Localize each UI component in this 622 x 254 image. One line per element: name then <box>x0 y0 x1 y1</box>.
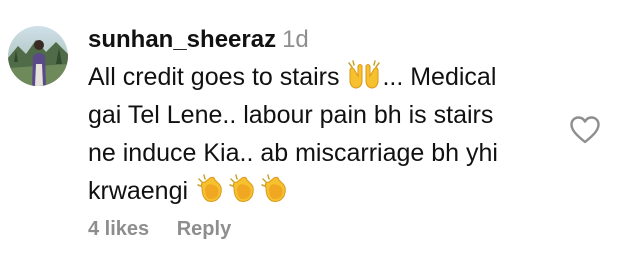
clapping-hands-icon <box>196 174 226 204</box>
comment-actions: 4 likes Reply <box>88 218 231 241</box>
likes-count[interactable]: 4 likes <box>88 218 149 241</box>
heart-outline-icon[interactable] <box>569 115 601 145</box>
comment: sunhan_sheeraz 1d All credit goes to stai… <box>0 0 622 254</box>
comment-text-line-3: ne induce Kia.. ab miscarriage bh yhi <box>88 139 498 167</box>
comment-text-line-2: gai Tel Lene.. labour pain bh is stairs <box>88 101 494 129</box>
clapping-hands-icon <box>228 174 258 204</box>
timestamp: 1d <box>282 26 309 53</box>
raising-hands-icon <box>347 60 381 90</box>
comment-body: sunhan_sheeraz 1d All credit goes to stai… <box>88 24 556 210</box>
comment-header: sunhan_sheeraz 1d <box>88 24 556 56</box>
reply-button[interactable]: Reply <box>177 218 231 241</box>
comment-text: All credit goes to stairs ... Medical ga… <box>88 58 556 210</box>
avatar[interactable] <box>8 26 68 86</box>
comment-text-line-4: krwaengi <box>88 172 556 210</box>
clapping-hands-icon <box>260 174 290 204</box>
comment-text-line-1: All credit goes to stairs ... Medical <box>88 58 556 96</box>
username[interactable]: sunhan_sheeraz <box>88 26 276 53</box>
